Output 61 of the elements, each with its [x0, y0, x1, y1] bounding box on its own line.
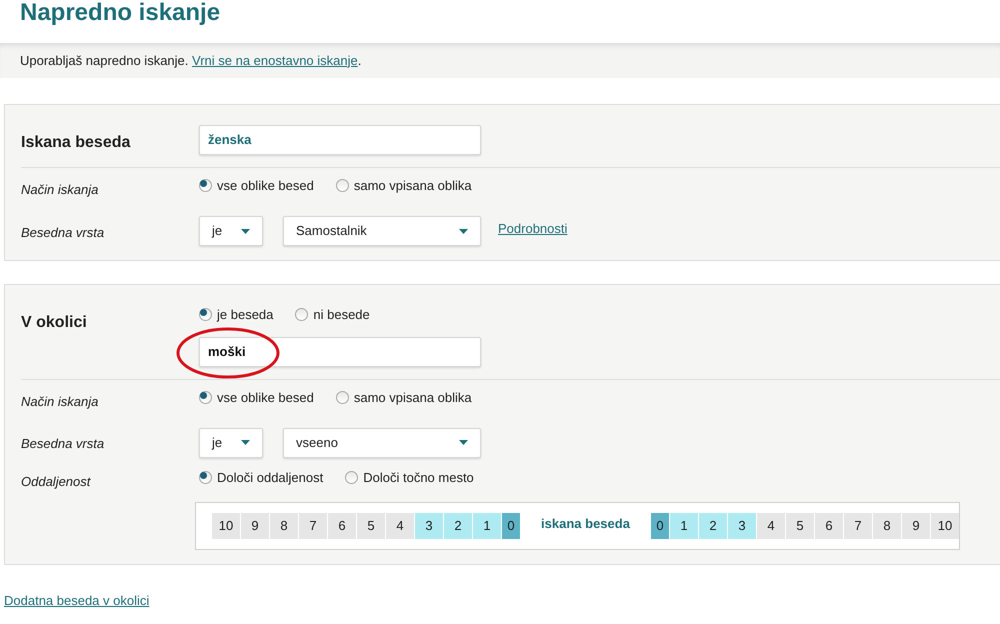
radio-button[interactable]	[295, 308, 308, 322]
distance-cell[interactable]: 3	[728, 512, 756, 538]
radio-button[interactable]	[336, 390, 349, 404]
page-title: Napredno iskanje	[19, 0, 222, 28]
distance-cell[interactable]: 4	[386, 512, 414, 538]
distance-cell[interactable]: 9	[902, 512, 930, 538]
radio-button[interactable]	[336, 179, 349, 192]
distance-cell[interactable]: 5	[786, 512, 814, 538]
search-word-label: iskana beseda	[540, 515, 631, 534]
radio-option[interactable]: ni besede	[295, 305, 370, 324]
notice-text: Uporabljaš napredno iskanje. Vrni se na enostavno iskanje.	[20, 52, 362, 70]
distance-cell[interactable]: 6	[328, 512, 356, 538]
dropdown[interactable]: vseeno	[283, 428, 481, 458]
add-context-word-link[interactable]: Dodatna beseda v okolici	[4, 590, 150, 610]
distance-cell[interactable]: 2	[699, 512, 727, 538]
radio-option[interactable]: Določi oddaljenost	[199, 468, 324, 487]
caret-icon	[459, 440, 468, 445]
distance-cell[interactable]: 8	[873, 512, 901, 538]
field-label: Besedna vrsta	[21, 435, 106, 454]
field-label: Način iskanja	[21, 181, 100, 199]
simple-search-link[interactable]: Vrni se na enostavno iskanje	[192, 52, 358, 68]
radio-button[interactable]	[345, 470, 358, 484]
distance-cell[interactable]: 4	[757, 512, 785, 538]
distance-cell[interactable]: 7	[844, 512, 872, 538]
caret-icon	[241, 440, 250, 445]
distance-cell[interactable]: 10	[212, 512, 240, 538]
distance-cell[interactable]: 8	[270, 512, 298, 538]
distance-cell[interactable]: 6	[815, 512, 843, 538]
dropdown[interactable]: je	[199, 216, 263, 246]
details-link[interactable]: Podrobnosti	[498, 219, 568, 239]
distance-cell[interactable]: 9	[241, 512, 269, 538]
distance-cell[interactable]: 0	[502, 512, 520, 538]
radio-option[interactable]: samo vpisana oblika	[336, 176, 472, 196]
caret-icon	[459, 228, 468, 234]
distance-cell[interactable]: 1	[473, 512, 501, 538]
radio-option[interactable]: je beseda	[199, 305, 274, 324]
distance-cell[interactable]: 1	[670, 512, 698, 538]
section-heading: V okolici	[21, 313, 88, 333]
distance-cell[interactable]: 3	[415, 512, 443, 538]
distance-cell[interactable]: 10	[931, 512, 959, 538]
word-input-field[interactable]: ženska	[199, 125, 481, 155]
distance-cell[interactable]: 7	[299, 512, 327, 538]
radio-button[interactable]	[199, 390, 212, 404]
radio-button[interactable]	[199, 470, 212, 484]
radio-option[interactable]: samo vpisana oblika	[336, 388, 472, 407]
radio-button[interactable]	[199, 308, 212, 322]
field-label: Oddaljenost	[21, 472, 92, 491]
radio-option[interactable]: vse oblike besed	[199, 176, 314, 196]
dropdown[interactable]: je	[199, 428, 263, 458]
dropdown[interactable]: Samostalnik	[283, 216, 481, 246]
distance-cell[interactable]: 2	[444, 512, 472, 538]
radio-button[interactable]	[199, 179, 212, 192]
field-label: Besedna vrsta	[21, 224, 106, 242]
radio-option[interactable]: Določi točno mesto	[345, 468, 474, 487]
radio-option[interactable]: vse oblike besed	[199, 388, 314, 407]
word-input-field[interactable]: moški	[199, 336, 481, 366]
distance-cell[interactable]: 5	[357, 512, 385, 538]
distance-cell[interactable]: 0	[651, 512, 669, 538]
caret-icon	[241, 228, 250, 234]
section-heading: Iskana beseda	[21, 133, 132, 153]
field-label: Način iskanja	[21, 392, 100, 411]
